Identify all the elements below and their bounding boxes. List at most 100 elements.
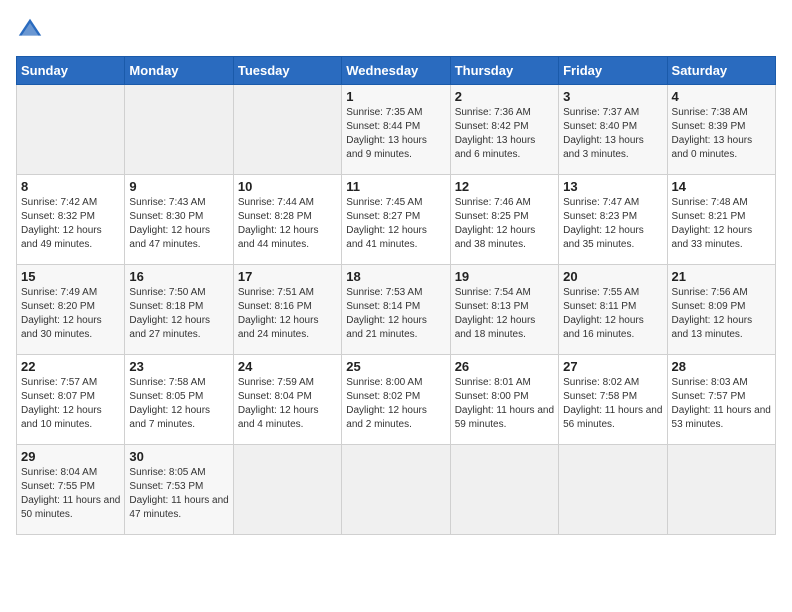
day-number: 13: [563, 179, 662, 194]
day-info: Sunrise: 7:45 AMSunset: 8:27 PMDaylight:…: [346, 196, 445, 252]
calendar-cell: 26 Sunrise: 8:01 AMSunset: 8:00 PMDayligh…: [450, 355, 558, 445]
day-info: Sunrise: 7:48 AMSunset: 8:21 PMDaylight:…: [672, 196, 771, 252]
calendar-cell: 15 Sunrise: 7:49 AMSunset: 8:20 PMDayligh…: [17, 265, 125, 355]
calendar-cell: [233, 445, 341, 535]
calendar-cell: 8 Sunrise: 7:42 AMSunset: 8:32 PMDaylight…: [17, 175, 125, 265]
column-header-sunday: Sunday: [17, 57, 125, 85]
day-number: 27: [563, 359, 662, 374]
day-info: Sunrise: 7:38 AMSunset: 8:39 PMDaylight:…: [672, 106, 771, 162]
calendar-cell: [559, 445, 667, 535]
day-number: 26: [455, 359, 554, 374]
day-number: 15: [21, 269, 120, 284]
day-number: 21: [672, 269, 771, 284]
day-info: Sunrise: 7:51 AMSunset: 8:16 PMDaylight:…: [238, 286, 337, 342]
day-info: Sunrise: 7:43 AMSunset: 8:30 PMDaylight:…: [129, 196, 228, 252]
day-number: 4: [672, 89, 771, 104]
day-info: Sunrise: 7:36 AMSunset: 8:42 PMDaylight:…: [455, 106, 554, 162]
calendar-cell: 27 Sunrise: 8:02 AMSunset: 7:58 PMDayligh…: [559, 355, 667, 445]
calendar-cell: 21 Sunrise: 7:56 AMSunset: 8:09 PMDayligh…: [667, 265, 775, 355]
day-number: 9: [129, 179, 228, 194]
day-number: 29: [21, 449, 120, 464]
calendar-cell: 1 Sunrise: 7:35 AMSunset: 8:44 PMDaylight…: [342, 85, 450, 175]
calendar-cell: 10Sunrise: 7:44 AMSunset: 8:28 PMDayligh…: [233, 175, 341, 265]
column-header-thursday: Thursday: [450, 57, 558, 85]
day-number: 1: [346, 89, 445, 104]
calendar-cell: 14 Sunrise: 7:48 AMSunset: 8:21 PMDayligh…: [667, 175, 775, 265]
calendar-cell: [450, 445, 558, 535]
day-info: Sunrise: 7:37 AMSunset: 8:40 PMDaylight:…: [563, 106, 662, 162]
day-info: Sunrise: 8:04 AMSunset: 7:55 PMDaylight:…: [21, 466, 120, 522]
calendar-table: SundayMondayTuesdayWednesdayThursdayFrid…: [16, 56, 776, 535]
day-number: 8: [21, 179, 120, 194]
day-info: Sunrise: 7:46 AMSunset: 8:25 PMDaylight:…: [455, 196, 554, 252]
day-number: 2: [455, 89, 554, 104]
calendar-cell: [125, 85, 233, 175]
calendar-cell: 22Sunrise: 7:57 AMSunset: 8:07 PMDayligh…: [17, 355, 125, 445]
calendar-cell: 9 Sunrise: 7:43 AMSunset: 8:30 PMDaylight…: [125, 175, 233, 265]
logo-icon: [16, 16, 44, 44]
day-info: Sunrise: 8:00 AMSunset: 8:02 PMDaylight:…: [346, 376, 445, 432]
column-header-saturday: Saturday: [667, 57, 775, 85]
column-header-tuesday: Tuesday: [233, 57, 341, 85]
day-info: Sunrise: 7:42 AMSunset: 8:32 PMDaylight:…: [21, 196, 120, 252]
calendar-cell: [233, 85, 341, 175]
day-number: 11: [346, 179, 445, 194]
day-info: Sunrise: 7:54 AMSunset: 8:13 PMDaylight:…: [455, 286, 554, 342]
calendar-cell: [667, 445, 775, 535]
page-header: [16, 16, 776, 44]
day-number: 23: [129, 359, 228, 374]
column-header-monday: Monday: [125, 57, 233, 85]
day-info: Sunrise: 7:47 AMSunset: 8:23 PMDaylight:…: [563, 196, 662, 252]
calendar-cell: 20 Sunrise: 7:55 AMSunset: 8:11 PMDayligh…: [559, 265, 667, 355]
calendar-cell: [17, 85, 125, 175]
day-number: 28: [672, 359, 771, 374]
day-info: Sunrise: 8:01 AMSunset: 8:00 PMDaylight:…: [455, 376, 554, 432]
day-info: Sunrise: 8:02 AMSunset: 7:58 PMDaylight:…: [563, 376, 662, 432]
calendar-cell: 2 Sunrise: 7:36 AMSunset: 8:42 PMDaylight…: [450, 85, 558, 175]
calendar-cell: [342, 445, 450, 535]
calendar-cell: 25 Sunrise: 8:00 AMSunset: 8:02 PMDayligh…: [342, 355, 450, 445]
day-info: Sunrise: 8:03 AMSunset: 7:57 PMDaylight:…: [672, 376, 771, 432]
day-number: 14: [672, 179, 771, 194]
day-info: Sunrise: 8:05 AMSunset: 7:53 PMDaylight:…: [129, 466, 228, 522]
calendar-cell: 18 Sunrise: 7:53 AMSunset: 8:14 PMDayligh…: [342, 265, 450, 355]
day-info: Sunrise: 7:49 AMSunset: 8:20 PMDaylight:…: [21, 286, 120, 342]
day-number: 30: [129, 449, 228, 464]
day-info: Sunrise: 7:50 AMSunset: 8:18 PMDaylight:…: [129, 286, 228, 342]
calendar-cell: 29 Sunrise: 8:04 AMSunset: 7:55 PMDayligh…: [17, 445, 125, 535]
day-number: 17: [238, 269, 337, 284]
day-number: 24: [238, 359, 337, 374]
calendar-cell: 17 Sunrise: 7:51 AMSunset: 8:16 PMDayligh…: [233, 265, 341, 355]
calendar-week-1: 1 Sunrise: 7:35 AMSunset: 8:44 PMDaylight…: [17, 85, 776, 175]
calendar-week-3: 15 Sunrise: 7:49 AMSunset: 8:20 PMDayligh…: [17, 265, 776, 355]
day-number: 12: [455, 179, 554, 194]
day-number: 19: [455, 269, 554, 284]
day-info: Sunrise: 7:56 AMSunset: 8:09 PMDaylight:…: [672, 286, 771, 342]
day-info: Sunrise: 7:59 AMSunset: 8:04 PMDaylight:…: [238, 376, 337, 432]
day-info: Sunrise: 7:53 AMSunset: 8:14 PMDaylight:…: [346, 286, 445, 342]
calendar-cell: 4 Sunrise: 7:38 AMSunset: 8:39 PMDaylight…: [667, 85, 775, 175]
day-number: 18: [346, 269, 445, 284]
column-header-friday: Friday: [559, 57, 667, 85]
day-info: Sunrise: 7:44 AMSunset: 8:28 PMDaylight:…: [238, 196, 337, 252]
calendar-cell: 13 Sunrise: 7:47 AMSunset: 8:23 PMDayligh…: [559, 175, 667, 265]
calendar-cell: 24 Sunrise: 7:59 AMSunset: 8:04 PMDayligh…: [233, 355, 341, 445]
day-info: Sunrise: 7:58 AMSunset: 8:05 PMDaylight:…: [129, 376, 228, 432]
column-header-wednesday: Wednesday: [342, 57, 450, 85]
calendar-cell: 16Sunrise: 7:50 AMSunset: 8:18 PMDayligh…: [125, 265, 233, 355]
calendar-cell: 28 Sunrise: 8:03 AMSunset: 7:57 PMDayligh…: [667, 355, 775, 445]
calendar-week-2: 8 Sunrise: 7:42 AMSunset: 8:32 PMDaylight…: [17, 175, 776, 265]
calendar-cell: 12 Sunrise: 7:46 AMSunset: 8:25 PMDayligh…: [450, 175, 558, 265]
calendar-cell: 30 Sunrise: 8:05 AMSunset: 7:53 PMDayligh…: [125, 445, 233, 535]
calendar-cell: 19 Sunrise: 7:54 AMSunset: 8:13 PMDayligh…: [450, 265, 558, 355]
day-number: 20: [563, 269, 662, 284]
day-number: 25: [346, 359, 445, 374]
calendar-week-5: 29 Sunrise: 8:04 AMSunset: 7:55 PMDayligh…: [17, 445, 776, 535]
day-info: Sunrise: 7:35 AMSunset: 8:44 PMDaylight:…: [346, 106, 445, 162]
calendar-cell: 3Sunrise: 7:37 AMSunset: 8:40 PMDaylight…: [559, 85, 667, 175]
logo: [16, 16, 52, 44]
calendar-week-4: 22Sunrise: 7:57 AMSunset: 8:07 PMDayligh…: [17, 355, 776, 445]
calendar-cell: 23 Sunrise: 7:58 AMSunset: 8:05 PMDayligh…: [125, 355, 233, 445]
day-info: Sunrise: 7:55 AMSunset: 8:11 PMDaylight:…: [563, 286, 662, 342]
day-info: Sunrise: 7:57 AMSunset: 8:07 PMDaylight:…: [21, 376, 120, 432]
